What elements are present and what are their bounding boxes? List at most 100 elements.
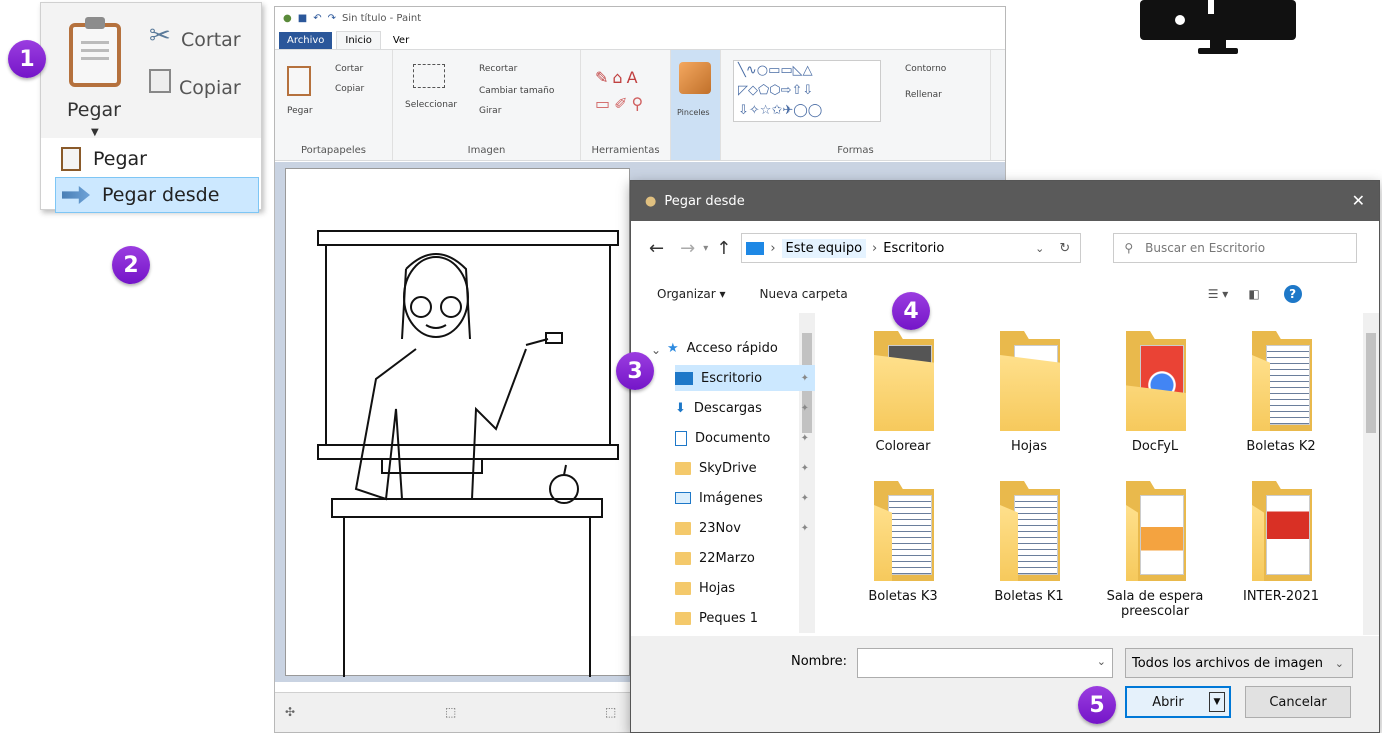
folder-item[interactable]: INTER-2021 [1221, 481, 1341, 604]
nav-documento[interactable]: Documento ✦ [675, 425, 815, 451]
breadcrumb-escritorio[interactable]: Escritorio [883, 241, 944, 256]
nav-acceso-rapido[interactable]: ★ Acceso rápido [667, 335, 807, 361]
cortar-label[interactable]: Cortar [181, 29, 241, 51]
refresh-icon[interactable]: ↻ [1059, 241, 1070, 256]
group-imagen: Seleccionar Recortar Cambiar tamaño Gira… [393, 50, 581, 160]
shapes-gallery[interactable]: ╲∿○▭▭◺△ ◸◇⬠⬡⇨⇧⇩ ⇩✧☆✩✈◯◯ [733, 60, 881, 122]
help-icon[interactable]: ? [1283, 285, 1302, 303]
navigation-pane: ⌄ ★ Acceso rápido Escritorio ✦ ⬇ Descargas ✦… [631, 313, 817, 633]
folder-item[interactable]: Boletas K1 [969, 481, 1089, 604]
brushes-label: Pinceles [677, 108, 710, 117]
resize-label[interactable]: Cambiar tamaño [479, 86, 554, 96]
folder-item[interactable]: Hojas [969, 331, 1089, 454]
pictures-icon [675, 492, 691, 504]
drawing-canvas[interactable] [285, 168, 630, 677]
group-label: Portapapeles [300, 145, 367, 156]
filename-label: Nombre: [791, 654, 848, 669]
group-herramientas: ✎⌂A ▭✐⚲ Herramientas [581, 50, 671, 160]
monitor-icon [1140, 0, 1296, 56]
move-icon: ✣ [285, 705, 296, 719]
paste-label[interactable]: Pegar [287, 106, 313, 116]
address-bar-row: ← → ▾ ↑ › Este equipo › Escritorio ⌄ ↻ ⚲… [631, 229, 1379, 267]
menu-item-pegar-desde[interactable]: Pegar desde [55, 177, 259, 213]
files-scrollbar[interactable] [1363, 313, 1379, 635]
nav-23nov[interactable]: 23Nov ✦ [675, 515, 815, 541]
pin-icon: ✦ [800, 522, 809, 534]
tab-inicio[interactable]: Inicio [336, 31, 381, 49]
search-field[interactable]: ⚲ Buscar en Escritorio [1113, 233, 1358, 263]
tab-archivo[interactable]: Archivo [279, 32, 333, 49]
folder-icon [675, 581, 691, 595]
nav-escritorio[interactable]: Escritorio ✦ [675, 365, 815, 391]
pegar-label[interactable]: Pegar [67, 99, 121, 121]
redo-icon[interactable]: ↷ [328, 13, 336, 24]
step-badge-3: 3 [616, 352, 654, 390]
pin-icon: ✦ [800, 462, 809, 474]
filename-input[interactable]: ⌄ [857, 648, 1113, 678]
rotate-label[interactable]: Girar [479, 106, 501, 116]
new-folder-button[interactable]: Nueva carpeta [760, 287, 848, 301]
save-icon[interactable]: ■ [298, 13, 307, 24]
select-icon[interactable] [413, 64, 445, 88]
nav-peques-1[interactable]: Peques 1 [675, 605, 815, 631]
folder-icon [990, 331, 1068, 431]
chevron-down-icon[interactable]: ⌄ [1097, 655, 1106, 668]
folder-item[interactable]: Boletas K2 [1221, 331, 1341, 454]
tools-icons-2[interactable]: ▭✐⚲ [595, 94, 647, 113]
folder-icon [864, 481, 942, 581]
copy-icon [149, 69, 171, 93]
menu-item-pegar[interactable]: Pegar [55, 141, 259, 177]
clipboard-small-icon [61, 147, 81, 171]
folder-item[interactable]: Sala de espera preescolar [1095, 481, 1215, 619]
search-placeholder: Buscar en Escritorio [1145, 241, 1266, 255]
download-icon: ⬇ [675, 400, 686, 416]
folder-icon [1242, 331, 1320, 431]
undo-icon[interactable]: ↶ [313, 13, 321, 24]
view-icon[interactable]: ☰ ▾ [1208, 287, 1229, 301]
brushes-button[interactable]: Pinceles [671, 50, 721, 160]
folder-item[interactable]: Boletas K3 [843, 481, 963, 604]
open-button[interactable]: Abrir ▼ [1125, 686, 1231, 718]
organize-button[interactable]: Organizar ▾ [657, 287, 726, 301]
crop-label[interactable]: Recortar [479, 64, 517, 74]
back-icon[interactable]: ← [649, 238, 664, 259]
breadcrumb-este-equipo[interactable]: Este equipo [781, 238, 867, 258]
tab-ver[interactable]: Ver [385, 32, 417, 49]
copiar-label[interactable]: Copiar [179, 77, 241, 99]
file-type-select[interactable]: Todos los archivos de imagen ⌄ [1125, 648, 1353, 678]
group-label: Imagen [467, 145, 506, 156]
outline-label[interactable]: Contorno [905, 64, 946, 74]
paint-app-icon: ● [283, 12, 292, 24]
nav-descargas[interactable]: ⬇ Descargas ✦ [675, 395, 815, 421]
preview-pane-icon[interactable]: ◧ [1248, 287, 1259, 301]
close-icon[interactable]: ✕ [1352, 191, 1365, 210]
selection-size-icon: ⬚ [445, 705, 457, 719]
nav-hojas[interactable]: Hojas [675, 575, 815, 601]
paste-icon[interactable] [287, 66, 311, 96]
cancel-button[interactable]: Cancelar [1245, 686, 1351, 718]
folder-item[interactable]: Colorear [843, 331, 963, 454]
forward-icon[interactable]: → [680, 238, 695, 259]
copy-label[interactable]: Copiar [335, 84, 364, 94]
open-dropdown-icon[interactable]: ▼ [1209, 692, 1225, 712]
step-badge-2: 2 [112, 246, 150, 284]
chevron-down-icon[interactable]: ⌄ [1035, 242, 1044, 255]
chrome-folder-icon [1116, 331, 1194, 431]
folder-item[interactable]: DocFyL [1095, 331, 1215, 454]
pin-icon: ✦ [800, 372, 809, 384]
cut-label[interactable]: Cortar [335, 64, 363, 74]
fill-label[interactable]: Rellenar [905, 90, 942, 100]
select-label[interactable]: Seleccionar [405, 100, 457, 110]
address-bar[interactable]: › Este equipo › Escritorio ⌄ ↻ [741, 233, 1082, 263]
collapse-icon[interactable]: ⌄ [651, 343, 661, 357]
tools-icons[interactable]: ✎⌂A [595, 68, 642, 87]
nav-22marzo[interactable]: 22Marzo [675, 545, 815, 571]
recent-icon[interactable]: ▾ [703, 243, 708, 254]
nav-skydrive[interactable]: SkyDrive ✦ [675, 455, 815, 481]
folder-icon [675, 551, 691, 565]
clipboard-icon[interactable] [69, 17, 121, 87]
nav-imagenes[interactable]: Imágenes ✦ [675, 485, 815, 511]
file-view: Colorear Hojas DocFyL Boletas K2 Boletas… [819, 313, 1379, 635]
chevron-down-icon[interactable]: ▼ [91, 127, 99, 138]
up-icon[interactable]: ↑ [716, 238, 731, 259]
